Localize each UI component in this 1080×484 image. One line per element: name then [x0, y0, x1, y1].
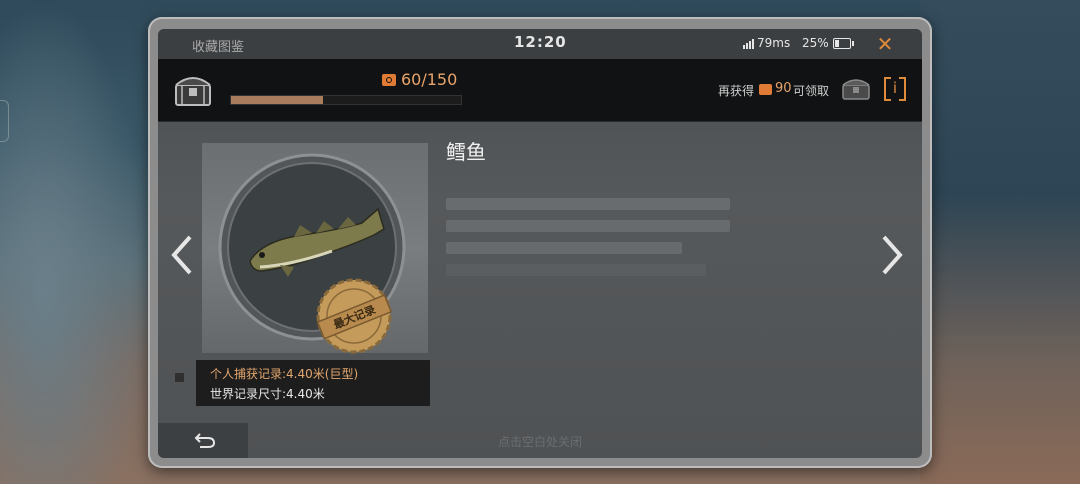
- claim-suffix: 可领取: [793, 84, 830, 98]
- coin-icon: [382, 74, 396, 86]
- chevron-left-icon[interactable]: [170, 233, 194, 277]
- personal-record: 个人捕获记录:4.40米(巨型): [210, 367, 359, 381]
- ping-value: 79ms: [757, 36, 791, 50]
- side-tab: [0, 100, 9, 142]
- info-icon[interactable]: i: [884, 77, 906, 101]
- description-line: [446, 264, 706, 276]
- battery-percent: 25%: [802, 36, 829, 50]
- chevron-right-icon[interactable]: [880, 233, 904, 277]
- checkbox[interactable]: [174, 372, 185, 383]
- close-hint[interactable]: 点击空白处关闭: [498, 433, 582, 450]
- records-panel: 个人捕获记录:4.40米(巨型) 世界记录尺寸:4.40米: [196, 360, 430, 406]
- background-left: [0, 0, 150, 484]
- back-button[interactable]: [158, 423, 248, 458]
- back-icon: [194, 433, 216, 448]
- collection-progress-text: 60/150: [401, 70, 458, 89]
- tablet-screen: 收藏图鉴 12:20 79ms 25% ✕ 60/150 再获得 90 可领取 …: [158, 29, 922, 458]
- signal-icon: [743, 39, 755, 49]
- description-line: [446, 220, 730, 232]
- fish-name: 鳕鱼: [446, 140, 486, 164]
- description-line: [446, 198, 730, 210]
- background-right: [920, 0, 1080, 484]
- collection-header: 60/150 再获得 90 可领取 i: [158, 59, 922, 122]
- chest-icon[interactable]: [172, 71, 214, 107]
- world-record: 世界记录尺寸:4.40米: [210, 387, 325, 401]
- reward-chest-icon[interactable]: [841, 75, 871, 101]
- description-line: [446, 242, 682, 254]
- claim-prefix: 再获得: [718, 84, 755, 98]
- medal-icon: 最大记录: [316, 278, 393, 354]
- screen-title: 收藏图鉴: [192, 40, 245, 55]
- collection-tablet: 收藏图鉴 12:20 79ms 25% ✕ 60/150 再获得 90 可领取 …: [148, 17, 932, 468]
- coin-icon: [759, 84, 772, 95]
- claim-count: 90: [775, 81, 792, 96]
- clock: 12:20: [514, 33, 567, 51]
- collection-progress-bar: [230, 95, 462, 105]
- close-icon[interactable]: ✕: [872, 31, 898, 57]
- collection-progress-fill: [231, 96, 323, 104]
- battery-icon: [833, 38, 854, 49]
- status-bar: 收藏图鉴 12:20 79ms 25% ✕: [158, 29, 922, 59]
